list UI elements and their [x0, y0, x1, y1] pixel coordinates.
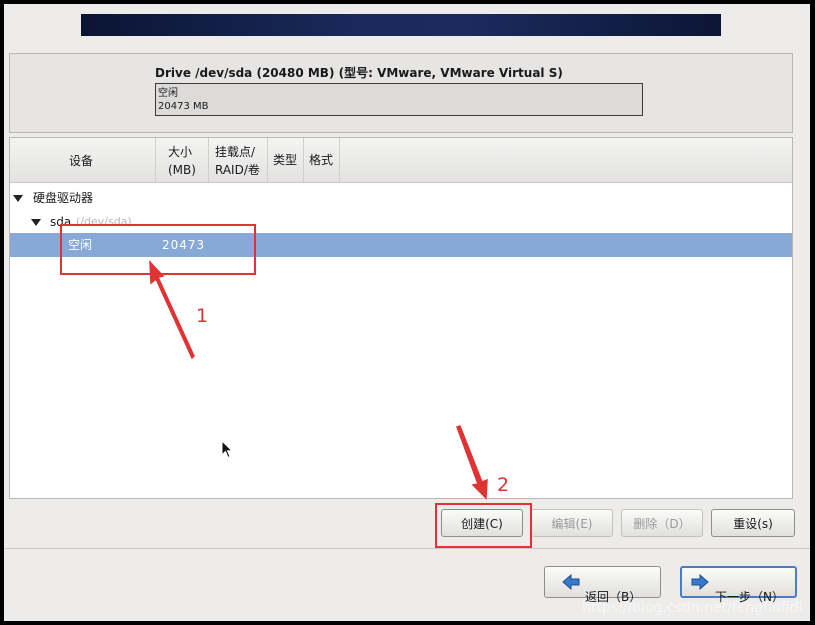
annotation-step-1: 1 — [196, 305, 209, 327]
partition-tree: 设备 大小 (MB) 挂载点/ RAID/卷 类型 格式 硬盘驱动器 sda (… — [9, 137, 793, 499]
column-header-size-label: 大小 (MB) — [168, 145, 196, 177]
tree-row-hard-drives[interactable]: 硬盘驱动器 — [10, 186, 792, 210]
column-header-device-label: 设备 — [69, 154, 94, 168]
hard-drives-label: 硬盘驱动器 — [33, 191, 94, 205]
expander-down-icon[interactable] — [13, 195, 23, 202]
column-header-type[interactable]: 类型 — [268, 138, 304, 182]
edit-button[interactable]: 编辑(E) — [531, 509, 613, 537]
highlight-box-create-button — [435, 503, 532, 548]
divider — [4, 548, 810, 549]
watermark: https://blog.csdn.net/fengfidfidi — [582, 600, 803, 616]
column-header-format[interactable]: 格式 — [304, 138, 340, 182]
drive-summary-panel: Drive /dev/sda (20480 MB) (型号: VMware, V… — [9, 53, 793, 133]
next-button[interactable]: 下一步（N） — [680, 566, 797, 604]
arrow-left-icon — [562, 574, 580, 590]
drive-partition-bar[interactable]: 空闲 20473 MB — [155, 83, 643, 116]
column-header-mount[interactable]: 挂载点/ RAID/卷 — [209, 138, 268, 182]
expander-down-icon[interactable] — [31, 219, 41, 226]
highlight-box-free-row — [60, 224, 256, 275]
mouse-pointer-icon — [221, 440, 233, 459]
drive-bar-size: 20473 MB — [158, 101, 209, 112]
back-button[interactable]: 返回（B） — [544, 566, 661, 604]
column-header-type-label: 类型 — [273, 153, 298, 167]
table-header: 设备 大小 (MB) 挂载点/ RAID/卷 类型 格式 — [10, 138, 792, 183]
column-header-device[interactable]: 设备 — [10, 138, 156, 182]
delete-button[interactable]: 删除（D） — [621, 509, 703, 537]
drive-title: Drive /dev/sda (20480 MB) (型号: VMware, V… — [155, 66, 563, 80]
drive-bar-label: 空闲 — [158, 88, 178, 99]
column-header-size[interactable]: 大小 (MB) — [156, 138, 209, 182]
arrow-right-icon — [691, 574, 709, 590]
header-banner — [81, 14, 721, 36]
reset-button[interactable]: 重设(s) — [711, 509, 795, 537]
column-header-format-label: 格式 — [309, 153, 334, 167]
annotation-step-2: 2 — [497, 474, 510, 496]
column-header-mount-label: 挂载点/ RAID/卷 — [215, 145, 260, 177]
